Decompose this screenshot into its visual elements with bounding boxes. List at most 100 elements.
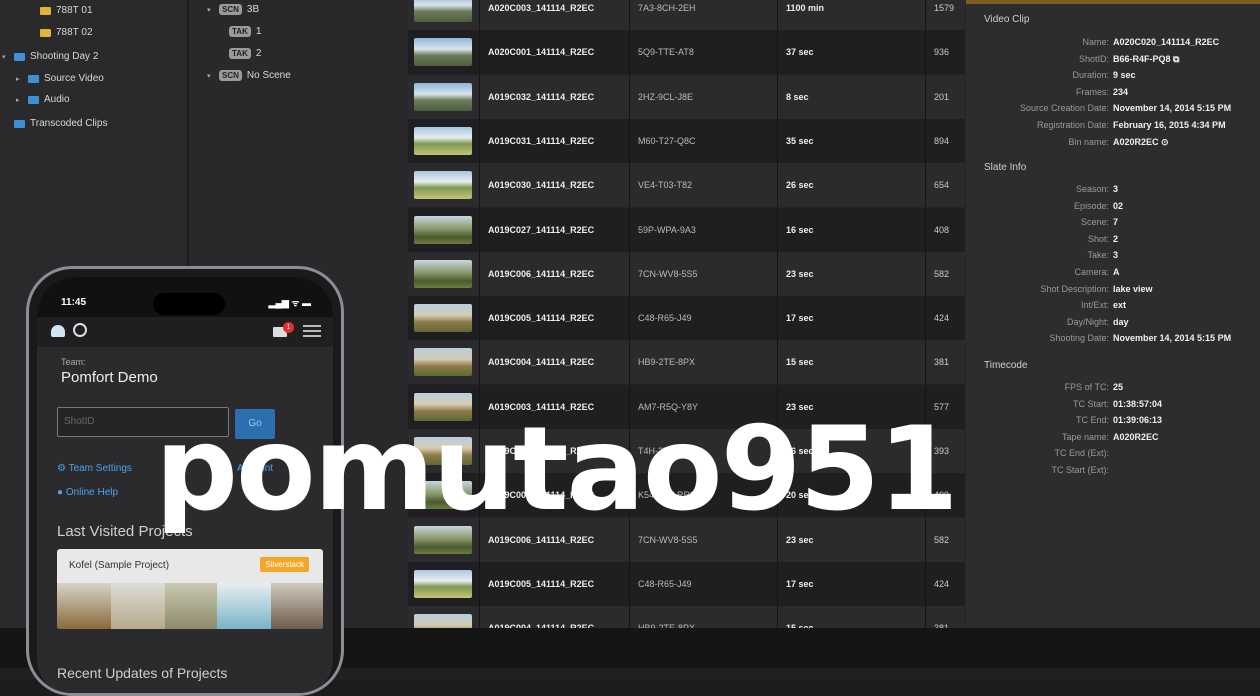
table-row[interactable]: A019C031_141114_R2EC M60-T27-Q8C 35 sec 894 <box>408 118 965 163</box>
info-value: 25 <box>1113 382 1124 392</box>
table-row[interactable]: A019C005_141114_R2EC C48-R65-J49 17 sec 424 <box>408 296 965 341</box>
info-value: B66-R4F-PQ8 ⧉ <box>1113 53 1180 64</box>
tree-item[interactable]: ▸ Source Video <box>16 73 104 84</box>
clip-frames: 894 <box>934 135 950 146</box>
info-key: Shooting Date: <box>1049 333 1109 344</box>
clip-name: A019C030_141114_R2EC <box>480 163 630 208</box>
scene-tree-item[interactable]: ▾ SCN 3B <box>207 4 259 15</box>
disclosure-triangle-icon[interactable]: ▾ <box>207 72 214 80</box>
tree-item-label: 788T 02 <box>56 27 93 38</box>
clip-name: A019C031_141114_R2EC <box>480 118 630 163</box>
clip-shot-id: VE4-T03-T82 <box>630 163 778 208</box>
scene-tree-item[interactable]: TAK 1 <box>229 26 261 37</box>
info-row: TC Start: 01:38:57:04 <box>966 399 1260 409</box>
info-value: ext <box>1113 300 1127 311</box>
disclosure-triangle-icon[interactable]: ▾ <box>2 53 9 61</box>
cloud-logo-icon[interactable] <box>51 325 65 337</box>
clip-name: A019C005_141114_R2EC <box>480 561 630 606</box>
scene-tree-item[interactable]: ▾ SCN No Scene <box>207 70 291 81</box>
team-settings-link[interactable]: ⚙ Team Settings <box>57 463 132 474</box>
tree-item[interactable]: ▸ Audio <box>16 94 70 105</box>
tree-item[interactable]: 788T 02 <box>40 27 93 38</box>
disclosure-triangle-icon[interactable]: ▸ <box>16 96 23 104</box>
info-value: 3 <box>1113 250 1119 261</box>
scene-tag: SCN <box>219 70 242 81</box>
clip-name: A019C005_141114_R2EC <box>480 296 630 341</box>
clip-duration: 37 sec <box>778 30 926 75</box>
info-row: FPS of TC: 25 <box>966 382 1260 392</box>
info-value: 234 <box>1113 86 1129 97</box>
tree-item[interactable]: 788T 01 <box>40 5 93 16</box>
project-thumbnail <box>271 583 323 629</box>
table-row[interactable]: A019C027_141114_R2EC 59P-WPA-9A3 16 sec 408 <box>408 207 965 252</box>
clip-shot-id: C48-R65-J49 <box>630 296 778 341</box>
clip-shot-id: 7CN-WV8-5S5 <box>630 251 778 296</box>
folder-icon <box>40 6 51 15</box>
info-row: Registration Date: February 16, 2015 4:34… <box>966 120 1260 130</box>
table-row[interactable]: A019C004_141114_R2ECHB9-2TE-8PX15 sec 381 <box>408 340 965 385</box>
table-row[interactable]: A019C005_141114_R2EC C48-R65-J49 17 sec 424 <box>408 561 965 606</box>
folder-icon <box>28 74 39 83</box>
watermark-text: pomutao951 <box>155 402 959 537</box>
table-row[interactable]: A019C032_141114_R2EC 2HZ-9CL-J8E 8 sec 201 <box>408 74 965 119</box>
clip-frames: 201 <box>934 91 950 102</box>
clip-duration: 35 sec <box>778 118 926 163</box>
project-card[interactable]: Kofel (Sample Project) Silverstack <box>57 549 323 629</box>
info-value: 01:38:57:04 <box>1113 398 1163 409</box>
info-value: A <box>1113 267 1120 277</box>
info-value: lake view <box>1113 283 1153 294</box>
team-settings-label: Team Settings <box>68 463 132 474</box>
table-row[interactable]: A020C001_141114_R2EC 5Q9-TTE-AT8 37 sec 936 <box>408 30 965 75</box>
project-app-badge: Silverstack <box>260 557 309 572</box>
clip-shot-id: 7A3-8CH-2EH <box>630 0 778 30</box>
clip-frames: 408 <box>934 224 950 235</box>
disclosure-triangle-icon[interactable]: ▸ <box>16 75 23 83</box>
online-help-link[interactable]: ● Online Help <box>57 487 118 498</box>
clip-frames: 381 <box>934 357 950 368</box>
info-key: TC End (Ext): <box>1054 448 1109 459</box>
status-bar: 11:45 ▂▄▆ ᯤ ▬ <box>37 277 333 317</box>
info-value: 01:39:06:13 <box>1113 415 1163 426</box>
tree-item[interactable]: ▾ Shooting Day 2 <box>2 51 98 62</box>
info-key: Take: <box>1087 250 1109 261</box>
app-bar: 1 <box>37 317 333 347</box>
table-row[interactable]: A020C003_141114_R2EC 7A3-8CH-2EH 1100 min 1… <box>408 0 965 30</box>
scene-tree-label: No Scene <box>246 70 291 81</box>
info-value: 3 <box>1113 184 1119 194</box>
info-row: Day/Night: day <box>966 317 1260 327</box>
clip-thumbnail <box>414 304 472 333</box>
table-row[interactable]: A019C006_141114_R2EC 7CN-WV8-5S5 23 sec 582 <box>408 251 965 296</box>
table-row[interactable]: A019C030_141114_R2EC VE4-T03-T82 26 sec 654 <box>408 163 965 208</box>
info-value: A020C020_141114_R2EC <box>1113 37 1220 47</box>
scene-tree-item[interactable]: TAK 2 <box>229 48 261 59</box>
info-key: Name: <box>1082 37 1109 47</box>
team-name: Pomfort Demo <box>61 369 158 386</box>
info-row: Shot Description: lake view <box>966 284 1260 294</box>
hamburger-menu-icon[interactable] <box>303 325 321 327</box>
clip-duration: 17 sec <box>778 296 926 341</box>
info-value: 7 <box>1113 217 1119 228</box>
info-row: Camera: A <box>966 267 1260 277</box>
tree-item-label: Transcoded Clips <box>30 118 108 129</box>
clip-duration: 17 sec <box>778 561 926 606</box>
disclosure-triangle-icon[interactable]: ▾ <box>207 6 214 14</box>
info-key: Registration Date: <box>1036 120 1109 130</box>
info-row: Shot: 2 <box>966 234 1260 244</box>
info-row: Frames: 234 <box>966 87 1260 97</box>
account-face-icon[interactable] <box>73 323 87 337</box>
tree-item-label: Shooting Day 2 <box>30 51 99 62</box>
tree-item[interactable]: Transcoded Clips <box>2 118 107 129</box>
info-key: Int/Ext: <box>1080 300 1109 311</box>
online-help-label: Online Help <box>65 487 119 498</box>
project-thumbnail <box>57 583 111 629</box>
tree-item-label: 788T 01 <box>56 5 93 16</box>
info-row: Int/Ext: ext <box>966 300 1260 310</box>
section-slate-info: Slate Info <box>984 162 1027 173</box>
folder-icon <box>28 95 39 104</box>
clip-thumbnail <box>414 0 472 22</box>
info-value: day <box>1113 316 1129 327</box>
info-value: 2 <box>1113 233 1119 244</box>
info-key: Season: <box>1075 184 1109 194</box>
project-thumbnail <box>217 583 271 629</box>
tree-item-label: Source Video <box>44 73 104 84</box>
